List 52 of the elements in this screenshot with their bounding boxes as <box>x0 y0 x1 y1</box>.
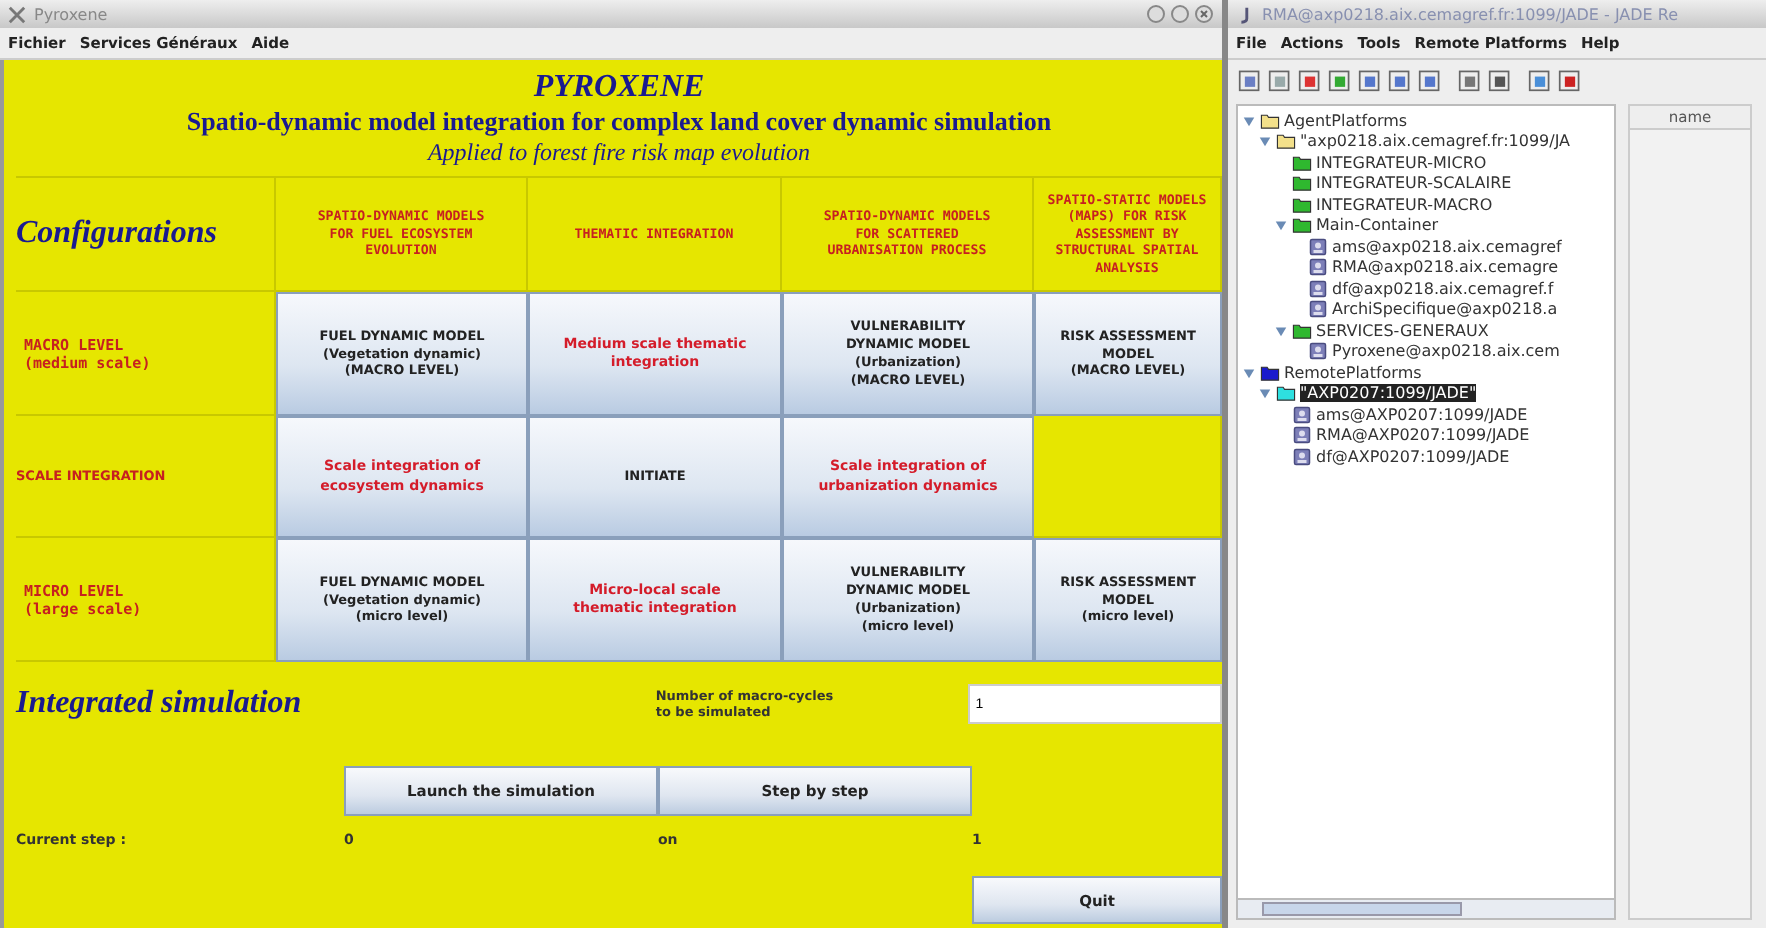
tree-item[interactable]: INTEGRATEUR-MICRO <box>1316 153 1487 172</box>
page-icon[interactable] <box>1418 68 1442 92</box>
app-tagline: Applied to forest fire risk map evolution <box>427 137 811 167</box>
folder-icon <box>1292 321 1312 340</box>
tree-item[interactable]: df@AXP0207:1099/JADE <box>1316 447 1510 466</box>
app-subtitle: Spatio-dynamic model integration for complex land cover dynamic simulation <box>186 105 1052 137</box>
close-icon[interactable] <box>1194 4 1214 24</box>
tree-item[interactable]: ams@axp0218.aix.cemagref <box>1332 237 1562 256</box>
page-icon[interactable] <box>1458 68 1482 92</box>
tree-item[interactable]: ArchiSpecifique@axp0218.a <box>1332 300 1558 319</box>
tree-item[interactable]: df@axp0218.aix.cemagref.f <box>1332 279 1554 298</box>
tree-item[interactable]: "AXP0207:1099/JADE" <box>1300 384 1477 403</box>
agent-icon <box>1308 237 1328 256</box>
agent-icon <box>1292 405 1312 424</box>
caret-icon[interactable] <box>1274 218 1288 233</box>
tree-item[interactable]: RMA@AXP0207:1099/JADE <box>1316 426 1530 445</box>
tree-item[interactable]: RMA@axp0218.aix.cemagre <box>1332 258 1559 277</box>
tree-item[interactable]: RemotePlatforms <box>1284 363 1422 382</box>
tree-item[interactable]: ams@AXP0207:1099/JADE <box>1316 405 1528 424</box>
page-icon[interactable] <box>1558 68 1582 92</box>
agent-icon <box>1292 447 1312 466</box>
caret-icon[interactable] <box>1274 323 1288 338</box>
app-title: PYROXENE <box>533 69 705 105</box>
page-icon[interactable] <box>1298 68 1322 92</box>
tree-item[interactable]: INTEGRATEUR-MACRO <box>1316 195 1493 214</box>
page-icon[interactable] <box>1358 68 1382 92</box>
tree-item[interactable]: INTEGRATEUR-SCALAIRE <box>1316 174 1512 193</box>
agent-icon <box>1308 342 1328 361</box>
app-icon <box>1236 5 1254 23</box>
page-icon[interactable] <box>1268 68 1292 92</box>
agent-icon <box>1292 426 1312 445</box>
window-title: Pyroxene <box>34 5 108 23</box>
section-title: Configurations <box>16 216 217 252</box>
minimize-icon[interactable] <box>1146 4 1166 24</box>
page-icon[interactable] <box>1488 68 1512 92</box>
scrollbar[interactable] <box>1238 898 1614 918</box>
page-icon[interactable] <box>1528 68 1552 92</box>
agent-icon <box>1308 300 1328 319</box>
tree-item[interactable]: SERVICES-GENERAUX <box>1316 321 1489 340</box>
maximize-icon[interactable] <box>1170 4 1190 24</box>
tree-item[interactable]: "axp0218.aix.cemagref.fr:1099/JA <box>1300 132 1571 151</box>
window-title: RMA@axp0218.aix.cemagref.fr:1099/JADE - JADE Re <box>1262 5 1679 23</box>
page-icon[interactable] <box>1388 68 1412 92</box>
tree-item[interactable]: Pyroxene@axp0218.aix.cem <box>1332 342 1560 361</box>
tree-item[interactable]: Main-Container <box>1316 216 1439 235</box>
agent-icon <box>1308 279 1328 298</box>
agent-icon <box>1308 258 1328 277</box>
tree-item[interactable]: AgentPlatforms <box>1284 111 1408 130</box>
page-icon[interactable] <box>1328 68 1352 92</box>
page-icon[interactable] <box>1238 68 1262 92</box>
close-icon[interactable] <box>8 5 26 23</box>
section-title: Integrated simulation <box>16 686 304 722</box>
